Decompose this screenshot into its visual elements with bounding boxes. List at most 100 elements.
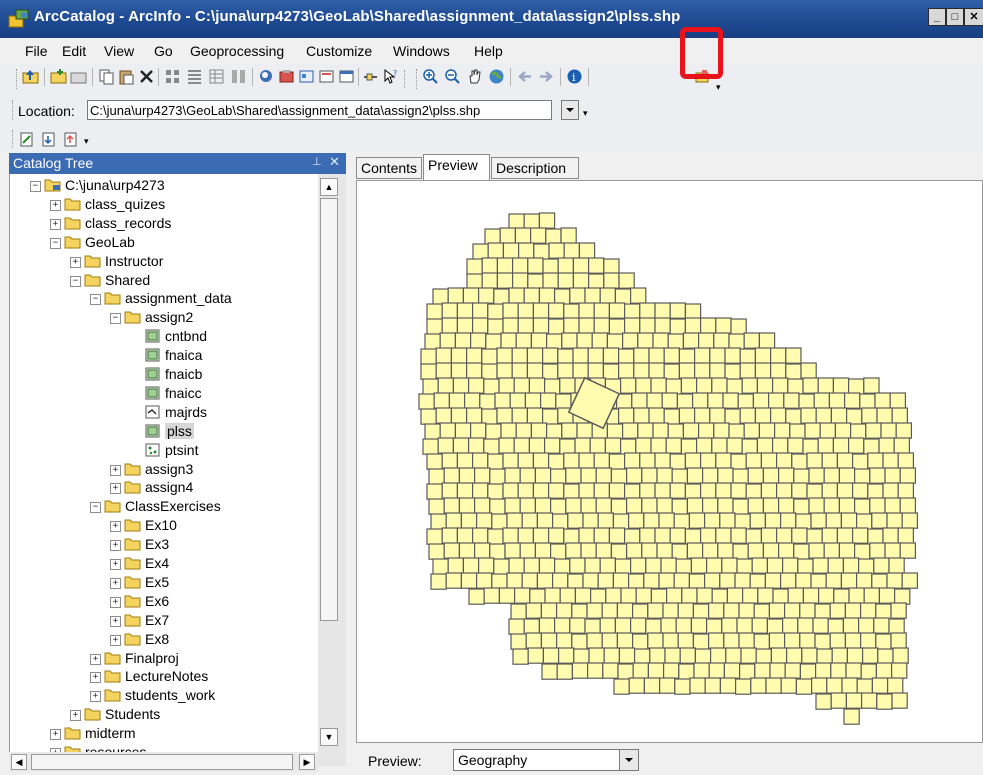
import-metadata-icon[interactable] [40, 131, 57, 148]
toolbar-grip[interactable] [404, 70, 408, 88]
maximize-button[interactable]: □ [946, 8, 964, 26]
location-dropdown-button[interactable] [561, 100, 579, 120]
toolbar-grip[interactable] [416, 69, 420, 89]
tree-item-label: assign4 [145, 479, 194, 496]
zoom-in-icon[interactable] [422, 68, 439, 85]
minimize-button[interactable]: _ [928, 8, 946, 26]
menu-windows[interactable]: Windows [393, 43, 450, 59]
collapse-icon[interactable]: − [90, 502, 101, 514]
plss-section [726, 378, 743, 395]
model-tool-icon[interactable] [362, 68, 379, 85]
delete-icon[interactable] [138, 68, 155, 85]
plss-section [576, 332, 593, 349]
expand-icon[interactable]: + [90, 691, 101, 703]
metadata-toolbar-options-icon[interactable]: ▾ [84, 136, 89, 147]
toolbar-grip[interactable] [16, 69, 20, 89]
chevron-down-icon[interactable] [619, 750, 638, 770]
expand-icon[interactable]: + [110, 615, 121, 627]
connect-folder-icon[interactable] [50, 68, 67, 85]
menu-customize[interactable]: Customize [306, 43, 372, 59]
collapse-icon[interactable]: − [50, 237, 61, 249]
expand-icon[interactable]: + [110, 634, 121, 646]
toolbar-grip[interactable] [12, 100, 16, 120]
details-icon[interactable] [208, 68, 225, 85]
scroll-left-button[interactable]: ◀ [11, 754, 27, 770]
menu-edit[interactable]: Edit [62, 43, 86, 59]
toolbar-grip[interactable] [12, 130, 16, 148]
plss-section [711, 588, 729, 605]
expand-icon[interactable]: + [70, 256, 81, 268]
arctoolbox-icon[interactable] [278, 68, 295, 85]
disconnect-folder-icon[interactable] [70, 68, 87, 85]
plss-section [666, 587, 683, 604]
tab-contents[interactable]: Contents [356, 157, 422, 179]
results-icon[interactable] [318, 68, 335, 85]
plss-section [593, 452, 610, 469]
tree-horizontal-scrollbar[interactable]: ◀ ▶ [9, 752, 318, 772]
expand-icon[interactable]: + [50, 218, 61, 230]
toolbar-options-chevron-icon[interactable]: ▾ [716, 82, 721, 93]
scroll-thumb[interactable] [320, 198, 338, 621]
tree-vertical-scrollbar[interactable]: ▲ ▼ [318, 174, 346, 766]
plss-section [812, 557, 829, 574]
plss-section [565, 497, 582, 514]
expand-icon[interactable]: + [110, 483, 121, 495]
search-icon[interactable] [258, 68, 275, 85]
close-button[interactable]: ✕ [964, 8, 983, 26]
paste-icon[interactable] [118, 68, 135, 85]
pin-icon[interactable]: ⊥ [312, 155, 322, 168]
menu-geoprocessing[interactable]: Geoprocessing [190, 43, 284, 59]
tab-description[interactable]: Description [491, 157, 579, 179]
expand-icon[interactable]: + [90, 653, 101, 665]
thumbnails-icon[interactable] [230, 68, 247, 85]
large-icons-icon[interactable] [164, 68, 181, 85]
python-window-icon[interactable] [338, 68, 355, 85]
expand-icon[interactable]: + [90, 672, 101, 684]
preview-mode-select[interactable]: Geography [453, 749, 639, 771]
expand-icon[interactable]: + [70, 710, 81, 722]
pan-hand-icon[interactable] [466, 68, 483, 85]
back-arrow-icon[interactable] [516, 68, 533, 85]
expand-icon[interactable]: + [110, 577, 121, 589]
scroll-down-button[interactable]: ▼ [320, 728, 338, 746]
collapse-icon[interactable]: − [90, 294, 101, 306]
zoom-out-icon[interactable] [444, 68, 461, 85]
menu-view[interactable]: View [104, 43, 134, 59]
expand-icon[interactable]: + [50, 729, 61, 741]
scroll-right-button[interactable]: ▶ [299, 754, 315, 770]
forward-arrow-icon[interactable] [538, 68, 555, 85]
collapse-icon[interactable]: − [110, 313, 121, 325]
model-builder-icon[interactable] [298, 68, 315, 85]
plss-section [700, 317, 717, 334]
collapse-icon[interactable]: − [70, 275, 81, 287]
export-metadata-icon[interactable] [62, 131, 79, 148]
collapse-icon[interactable]: − [30, 181, 41, 192]
menu-go[interactable]: Go [154, 43, 173, 59]
plss-section [456, 527, 474, 544]
plss-geography-preview[interactable] [357, 181, 982, 742]
full-extent-globe-icon[interactable] [488, 68, 505, 85]
location-input[interactable]: C:\juna\urp4273\GeoLab\Shared\assignment… [87, 100, 552, 120]
expand-icon[interactable]: + [110, 540, 121, 552]
preview-area[interactable] [356, 180, 983, 743]
expand-icon[interactable]: + [110, 596, 121, 608]
menu-file[interactable]: File [25, 43, 48, 59]
identify-icon[interactable]: i [566, 68, 583, 85]
list-icon[interactable] [186, 68, 203, 85]
plss-section [496, 257, 514, 274]
horizontal-scroll-thumb[interactable] [31, 754, 293, 770]
expand-icon[interactable]: + [50, 199, 61, 211]
tab-preview[interactable]: Preview [423, 154, 490, 180]
close-panel-icon[interactable]: ✕ [329, 154, 340, 170]
scroll-up-button[interactable]: ▲ [320, 178, 338, 196]
whats-this-icon[interactable]: ? [382, 68, 399, 85]
plss-section [848, 587, 865, 604]
menu-help[interactable]: Help [474, 43, 503, 59]
location-toolbar-options-icon[interactable]: ▾ [583, 108, 588, 119]
edit-metadata-icon[interactable] [18, 131, 35, 148]
copy-icon[interactable] [98, 68, 115, 85]
expand-icon[interactable]: + [110, 464, 121, 476]
up-one-level-icon[interactable] [22, 68, 39, 85]
expand-icon[interactable]: + [110, 559, 121, 570]
expand-icon[interactable]: + [110, 521, 121, 533]
